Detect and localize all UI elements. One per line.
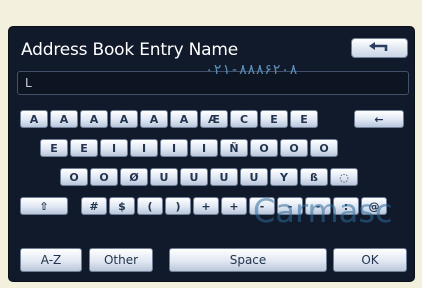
- key[interactable]: A: [20, 110, 48, 128]
- key[interactable]: A: [110, 110, 138, 128]
- ok-button[interactable]: OK: [333, 248, 407, 272]
- key[interactable]: ◌: [330, 168, 358, 186]
- key[interactable]: Y: [270, 168, 298, 186]
- watermark-phone: ۰۲۱-۸۸۸۶۲۰۸: [205, 62, 298, 78]
- key[interactable]: O: [280, 139, 308, 157]
- key[interactable]: E: [40, 139, 68, 157]
- back-button[interactable]: [351, 38, 408, 58]
- key[interactable]: +: [221, 197, 247, 215]
- key[interactable]: ): [165, 197, 191, 215]
- key[interactable]: A: [50, 110, 78, 128]
- key[interactable]: U: [150, 168, 178, 186]
- key[interactable]: A: [140, 110, 168, 128]
- key[interactable]: Æ: [200, 110, 228, 128]
- key[interactable]: O: [90, 168, 118, 186]
- key[interactable]: U: [240, 168, 268, 186]
- key[interactable]: O: [60, 168, 88, 186]
- key[interactable]: E: [70, 139, 98, 157]
- key[interactable]: A: [170, 110, 198, 128]
- key[interactable]: (: [137, 197, 163, 215]
- watermark-brand: Carmasc: [253, 192, 393, 230]
- key[interactable]: ß: [300, 168, 328, 186]
- key[interactable]: I: [160, 139, 188, 157]
- key[interactable]: Ñ: [220, 139, 248, 157]
- key[interactable]: O: [250, 139, 278, 157]
- navigation-screen: Address Book Entry Name L ۰۲۱-۸۸۸۶۲۰۸ A …: [9, 27, 414, 281]
- space-button[interactable]: Space: [169, 248, 327, 272]
- key[interactable]: #: [81, 197, 107, 215]
- key[interactable]: +: [193, 197, 219, 215]
- key[interactable]: E: [290, 110, 318, 128]
- key[interactable]: E: [260, 110, 288, 128]
- key[interactable]: I: [190, 139, 218, 157]
- key[interactable]: U: [180, 168, 208, 186]
- key[interactable]: I: [100, 139, 128, 157]
- other-button[interactable]: Other: [89, 248, 153, 272]
- backspace-key[interactable]: ←: [354, 110, 404, 128]
- return-arrow-icon: [369, 42, 388, 51]
- shift-key[interactable]: ⇧: [20, 197, 68, 215]
- key[interactable]: $: [109, 197, 135, 215]
- key[interactable]: C: [230, 110, 258, 128]
- page-title: Address Book Entry Name: [21, 40, 239, 60]
- key[interactable]: U: [210, 168, 238, 186]
- key[interactable]: A: [80, 110, 108, 128]
- key[interactable]: I: [130, 139, 158, 157]
- a-z-button[interactable]: A-Z: [20, 248, 82, 272]
- key[interactable]: Ø: [120, 168, 148, 186]
- key[interactable]: O: [310, 139, 338, 157]
